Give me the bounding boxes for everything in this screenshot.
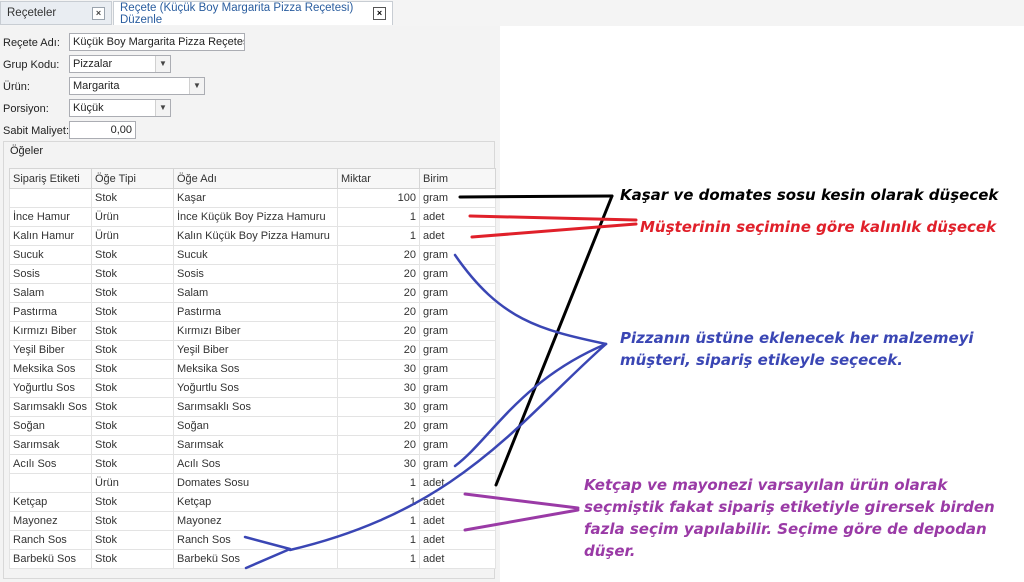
annotation-line: fazla seçim yapılabilir. Seçime göre de …: [584, 520, 987, 538]
annotation-purple: Ketçap ve mayonezi varsayılan ürün olara…: [584, 474, 995, 562]
annotation-line: müşteri, sipariş etikeyle seçecek.: [620, 351, 903, 369]
annotation-line: seçmiştik fakat sipariş etiketiyle girer…: [584, 498, 995, 516]
annotation-black: Kaşar ve domates sosu kesin olarak düşec…: [620, 186, 999, 204]
annotation-line: düşer.: [584, 542, 636, 560]
annotation-blue: Pizzanın üstüne eklenecek her malzemeyi …: [620, 327, 974, 371]
annotation-line: Pizzanın üstüne eklenecek her malzemeyi: [620, 329, 974, 347]
annotation-red: Müşterinin seçimine göre kalınlık düşece…: [640, 218, 997, 236]
annotation-line: Ketçap ve mayonezi varsayılan ürün olara…: [584, 476, 948, 494]
